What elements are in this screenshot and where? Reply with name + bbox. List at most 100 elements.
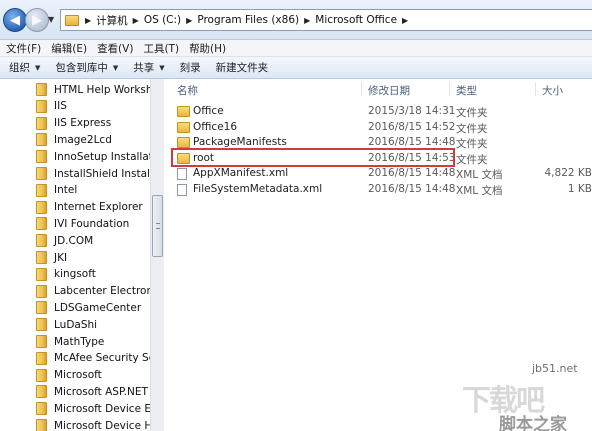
arrow-left-icon: ◀ <box>10 12 20 28</box>
file-row[interactable]: FileSystemMetadata.xml 2016/8/15 14:48 XML… <box>165 182 592 197</box>
file-date: 2016/8/15 14:52 <box>368 120 456 133</box>
xml-file-icon <box>177 168 187 181</box>
menu-tools[interactable]: 工具(T) <box>140 41 186 56</box>
sidebar-item-label: InnoSetup Installation <box>54 150 150 163</box>
file-row[interactable]: Office16 2016/8/15 14:52 文件夹 <box>165 120 592 135</box>
include-in-library-button[interactable]: 包含到库中 ▼ <box>50 60 128 75</box>
sidebar-item[interactable]: kingsoft <box>36 266 96 283</box>
watermark-url: jb51.net <box>532 362 578 375</box>
folder-icon <box>36 133 47 147</box>
folder-icon <box>36 99 47 113</box>
file-row[interactable]: AppXManifest.xml 2016/8/15 14:48 XML 文档 4,8… <box>165 166 592 181</box>
chevron-right-icon[interactable]: ▶ <box>302 16 312 25</box>
sidebar-item[interactable]: JKI <box>36 249 67 266</box>
chevron-right-icon[interactable]: ▶ <box>131 16 141 25</box>
chevron-right-icon[interactable]: ▶ <box>400 16 410 25</box>
sidebar-item[interactable]: Intel <box>36 182 77 199</box>
sidebar-item-label: IIS <box>54 100 67 113</box>
burn-label: 刻录 <box>179 62 201 74</box>
scrollbar-thumb[interactable] <box>152 195 163 257</box>
file-type: 文件夹 <box>456 153 488 166</box>
folder-icon <box>36 419 47 431</box>
column-header-name[interactable]: 名称 <box>177 83 198 98</box>
menu-bar: 文件(F) 编辑(E) 查看(V) 工具(T) 帮助(H) <box>0 40 592 57</box>
file-row[interactable]: Office 2015/3/18 14:31 文件夹 <box>165 104 592 119</box>
column-header-size[interactable]: 大小 <box>542 83 563 98</box>
sidebar-item[interactable]: Microsoft Device Healt <box>36 417 150 431</box>
folder-icon <box>177 137 190 149</box>
chevron-right-icon[interactable]: ▶ <box>83 16 93 25</box>
organize-button[interactable]: 组织 ▼ <box>4 60 50 75</box>
folder-icon <box>36 335 47 348</box>
menu-file[interactable]: 文件(F) <box>3 41 48 56</box>
file-type: 文件夹 <box>456 138 488 151</box>
folder-icon <box>65 14 79 26</box>
breadcrumb-program-files[interactable]: Program Files (x86) <box>194 14 302 26</box>
address-input[interactable]: ▶ 计算机 ▶ OS (C:) ▶ Program Files (x86) ▶ … <box>60 9 592 31</box>
folder-icon <box>36 167 47 180</box>
sidebar-item-label: JD.COM <box>54 234 94 247</box>
sidebar-item[interactable]: Microsoft Device Emul <box>36 400 150 417</box>
breadcrumb-microsoft-office[interactable]: Microsoft Office <box>312 14 400 26</box>
folder-icon <box>36 267 47 281</box>
menu-help[interactable]: 帮助(H) <box>186 41 233 56</box>
file-size: 1 KB <box>567 183 592 195</box>
column-divider[interactable] <box>535 82 536 96</box>
column-header-date[interactable]: 修改日期 <box>368 83 410 98</box>
chevron-right-icon[interactable]: ▶ <box>184 16 194 25</box>
sidebar-item[interactable]: Labcenter Electronics <box>36 283 150 300</box>
recent-pages-dropdown-icon[interactable]: ▼ <box>48 15 54 24</box>
folder-icon <box>177 121 190 133</box>
sidebar-item[interactable]: IIS <box>36 98 67 115</box>
sidebar-item-label: Microsoft Device Emul <box>54 402 150 415</box>
column-divider[interactable] <box>449 82 450 96</box>
breadcrumb-drive[interactable]: OS (C:) <box>141 14 184 26</box>
menu-view[interactable]: 查看(V) <box>94 41 140 56</box>
sidebar-item[interactable]: InstallShield Installation <box>36 165 150 182</box>
sidebar-item[interactable]: McAfee Security Scan <box>36 350 150 367</box>
command-toolbar: 组织 ▼ 包含到库中 ▼ 共享 ▼ 刻录 新建文件夹 <box>0 57 592 79</box>
sidebar-item[interactable]: Image2Lcd <box>36 131 112 148</box>
breadcrumb-computer[interactable]: 计算机 <box>93 13 131 28</box>
sidebar-item-label: Labcenter Electronics <box>54 285 150 298</box>
back-button[interactable]: ◀ <box>3 8 27 32</box>
sidebar-item-label: JKI <box>54 251 68 264</box>
column-divider[interactable] <box>361 82 362 96</box>
sidebar-item[interactable]: MathType <box>36 333 104 350</box>
sidebar-item[interactable]: Microsoft <box>36 367 102 384</box>
sidebar-item-label: Internet Explorer <box>54 201 143 214</box>
new-folder-button[interactable]: 新建文件夹 <box>211 60 279 75</box>
sidebar-item[interactable]: Microsoft ASP.NET <box>36 383 148 400</box>
sidebar-item[interactable]: HTML Help Workshop <box>36 81 150 98</box>
sidebar-item[interactable]: JD.COM <box>36 232 93 249</box>
sidebar-item[interactable]: Internet Explorer <box>36 199 143 216</box>
column-header-type[interactable]: 类型 <box>456 83 477 98</box>
sidebar-item[interactable]: IIS Express <box>36 115 111 132</box>
file-name: Office <box>193 105 224 117</box>
share-button[interactable]: 共享 ▼ <box>128 60 174 75</box>
caret-down-icon: ▼ <box>159 63 165 72</box>
menu-edit[interactable]: 编辑(E) <box>48 41 94 56</box>
burn-button[interactable]: 刻录 <box>175 60 211 75</box>
file-date: 2016/8/15 14:48 <box>368 167 456 180</box>
include-label: 包含到库中 <box>55 62 108 74</box>
sidebar-item-label: LDSGameCenter <box>54 301 142 314</box>
folder-icon <box>177 106 190 117</box>
address-bar-area: ◀ ▶ ▼ ▶ 计算机 ▶ OS (C:) ▶ Program Files (x… <box>0 0 592 40</box>
sidebar-item[interactable]: LuDaShi <box>36 316 97 333</box>
caret-down-icon: ▼ <box>35 63 41 72</box>
file-type: 文件夹 <box>456 107 488 119</box>
file-date: 2015/3/18 14:31 <box>368 105 456 117</box>
folder-icon <box>36 217 47 231</box>
sidebar-item-label: HTML Help Workshop <box>54 83 150 96</box>
folder-icon <box>36 318 47 332</box>
folder-icon <box>36 368 47 382</box>
forward-button[interactable]: ▶ <box>25 8 49 32</box>
sidebar-item[interactable]: InnoSetup Installation <box>36 148 150 165</box>
file-size: 4,822 KB <box>544 167 592 180</box>
sidebar-item[interactable]: LDSGameCenter <box>36 299 141 316</box>
sidebar-item[interactable]: IVI Foundation <box>36 215 129 232</box>
navigation-pane: HTML Help Workshop IIS IIS Express Image2Lc… <box>0 79 150 431</box>
folder-icon <box>36 385 47 399</box>
navigation-scrollbar[interactable] <box>150 79 164 431</box>
